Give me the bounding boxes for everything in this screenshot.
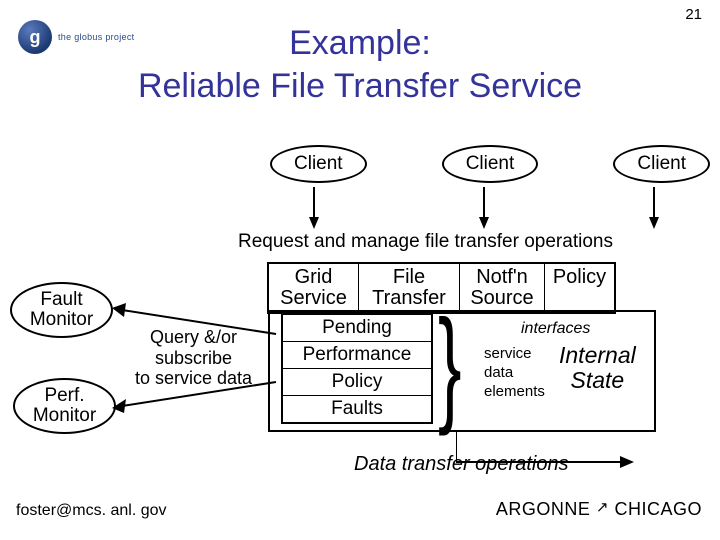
interfaces-label: interfaces (521, 320, 590, 338)
data-transfer-label: Data transfer operations (354, 453, 569, 476)
request-manage-label: Request and manage file transfer operati… (238, 231, 613, 253)
iface-cell: GridService (269, 264, 358, 312)
monitor-arrows (100, 300, 280, 420)
service-data-elements-label: service data elements (484, 345, 545, 401)
data-element: Faults (283, 396, 431, 422)
page-number: 21 (685, 6, 702, 23)
footer-email: foster@mcs. anl. gov (16, 502, 167, 520)
arrow-ne-icon: ↗ (596, 498, 609, 516)
brace-icon: } (438, 314, 462, 418)
fault-monitor-oval: FaultMonitor (10, 282, 113, 338)
slide-title: Example: Reliable File Transfer Service (0, 22, 720, 107)
data-element: Pending (283, 315, 431, 342)
client-oval: Client (270, 145, 367, 183)
iface-cell: Policy (544, 264, 614, 312)
data-element: Performance (283, 342, 431, 369)
footer-org: ARGONNE ↗ CHICAGO (496, 499, 702, 520)
internal-state-label: InternalState (559, 343, 636, 394)
client-oval: Client (442, 145, 539, 183)
data-element: Policy (283, 369, 431, 396)
client-arrows (304, 187, 684, 229)
iface-cell: Notf'nSource (459, 264, 544, 312)
data-elements-list: Pending Performance Policy Faults (281, 313, 433, 424)
client-oval: Client (613, 145, 710, 183)
client-row: Client Client Client (270, 145, 710, 183)
